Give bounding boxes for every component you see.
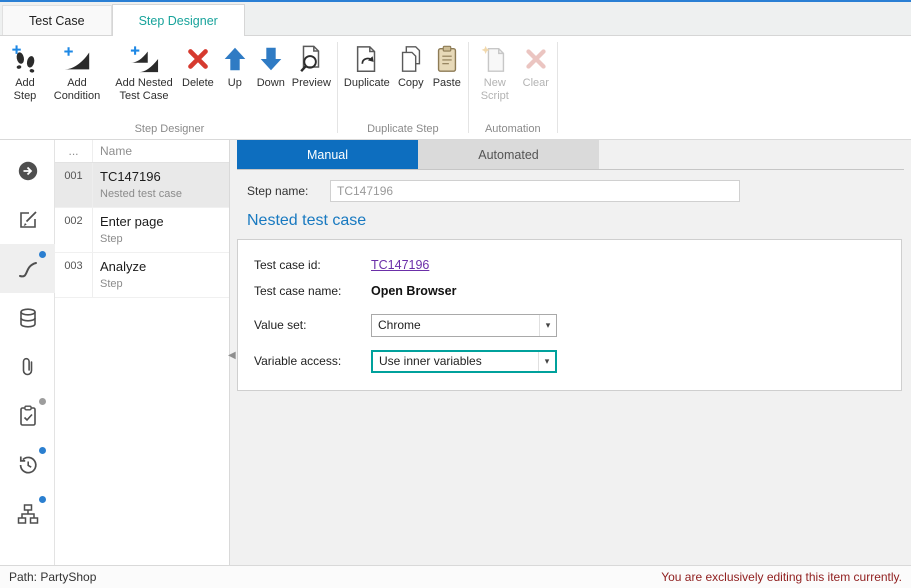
arrow-down-icon [256,44,286,74]
sidebar-item-history[interactable] [0,440,55,489]
tab-step-designer[interactable]: Step Designer [112,4,245,36]
chevron-down-icon: ▾ [539,315,556,336]
tab-automated[interactable]: Automated [418,140,599,169]
arrow-up-icon [220,44,250,74]
application-window: Test Case Step Designer Add Step Add Con… [0,0,911,588]
duplicate-document-icon [352,44,382,74]
steps-curve-icon [16,257,40,281]
add-condition-button[interactable]: Add Condition [45,40,109,105]
status-path: Path: PartyShop [9,570,96,584]
ribbon-group-label: Automation [469,122,557,139]
status-edit-message: You are exclusively editing this item cu… [661,570,902,584]
column-header-name[interactable]: Name [93,144,229,158]
left-icon-sidebar [0,140,55,565]
steps-list-panel: ... Name 001 TC147196 Nested test case 0… [55,140,230,565]
test-case-name-label: Test case name: [254,284,371,298]
variable-access-dropdown[interactable]: Use inner variables ▾ [371,350,557,373]
sidebar-item-hierarchy[interactable] [0,489,55,538]
collapse-panel-arrow-icon[interactable]: ◀ [228,350,236,361]
test-data-database-icon [16,306,40,330]
test-case-id-row: Test case id: TC147196 [254,252,901,278]
tab-manual[interactable]: Manual [237,140,418,169]
ribbon-group-duplicate-step: Duplicate Copy Paste Duplicate Step [338,36,468,139]
test-case-id-label: Test case id: [254,258,371,272]
delete-x-icon [183,44,213,74]
step-row-001[interactable]: 001 TC147196 Nested test case [55,163,229,208]
edit-pencil-icon [16,208,40,232]
notification-dot [39,496,46,503]
value-set-dropdown[interactable]: Chrome ▾ [371,314,557,337]
column-header-ellipsis[interactable]: ... [55,140,93,162]
sidebar-item-test-data[interactable] [0,293,55,342]
clear-button[interactable]: Clear [518,40,554,92]
content-region: ... Name 001 TC147196 Nested test case 0… [0,140,911,565]
notification-dot [39,251,46,258]
paste-button[interactable]: Paste [429,40,465,92]
tab-test-case[interactable]: Test Case [2,5,112,35]
sidebar-item-attachments[interactable] [0,342,55,391]
notification-dot [39,447,46,454]
add-condition-ramp-icon [62,44,92,74]
notification-dot [39,398,46,405]
down-button[interactable]: Down [253,40,289,92]
step-name-label: Step name: [247,184,330,198]
ribbon-group-label: Step Designer [2,122,337,139]
test-case-name-row: Test case name: Open Browser [254,278,901,304]
add-step-button[interactable]: Add Step [5,40,45,105]
test-case-name-value: Open Browser [371,284,456,298]
ribbon-group-label: Duplicate Step [338,122,468,139]
copy-button[interactable]: Copy [393,40,429,92]
chevron-down-icon: ▾ [538,352,555,371]
variable-access-label: Variable access: [254,354,371,368]
add-nested-test-case-icon [129,44,159,74]
add-nested-test-case-button[interactable]: Add Nested Test Case [109,40,179,105]
ribbon-group-automation: New Script Clear Automation [469,36,557,139]
ribbon-group-step-designer: Add Step Add Condition Add Nested Test C… [2,36,337,139]
history-clock-icon [16,453,40,477]
step-heading: Nested test case [247,212,911,230]
step-name-input[interactable] [330,180,740,202]
ribbon-group-separator [557,42,558,133]
ribbon-tab-strip: Test Case Step Designer [0,2,911,36]
preview-button[interactable]: Preview [289,40,334,92]
up-button[interactable]: Up [217,40,253,92]
hierarchy-sitemap-icon [16,502,40,526]
sidebar-item-checklist[interactable] [0,391,55,440]
nested-test-case-card: Test case id: TC147196 Test case name: O… [237,239,902,391]
navigate-arrow-icon [16,159,40,183]
step-name-row: Step name: [247,180,911,202]
editor-tabs: Manual Automated [237,140,904,170]
step-row-002[interactable]: 002 Enter page Step [55,208,229,253]
new-script-button[interactable]: New Script [472,40,518,105]
ribbon-toolbar: Add Step Add Condition Add Nested Test C… [0,36,911,140]
step-editor-panel: Manual Automated Step name: Nested test … [230,140,911,565]
preview-magnifier-icon [296,44,326,74]
checklist-clipboard-icon [16,404,40,428]
sidebar-item-step-designer[interactable] [0,244,55,293]
variable-access-row: Variable access: Use inner variables ▾ [254,346,901,376]
add-step-footprints-icon [10,44,40,74]
status-bar: Path: PartyShop You are exclusively edit… [0,565,911,588]
steps-list-header: ... Name [55,140,229,163]
sidebar-item-edit[interactable] [0,195,55,244]
copy-documents-icon [396,44,426,74]
duplicate-button[interactable]: Duplicate [341,40,393,92]
sidebar-item-navigate[interactable] [0,146,55,195]
value-set-label: Value set: [254,318,371,332]
new-script-icon [480,44,510,74]
step-row-003[interactable]: 003 Analyze Step [55,253,229,298]
clear-x-icon [521,44,551,74]
attachments-paperclip-icon [16,355,40,379]
value-set-row: Value set: Chrome ▾ [254,310,901,340]
paste-clipboard-icon [432,44,462,74]
delete-button[interactable]: Delete [179,40,217,92]
test-case-id-link[interactable]: TC147196 [371,258,429,272]
